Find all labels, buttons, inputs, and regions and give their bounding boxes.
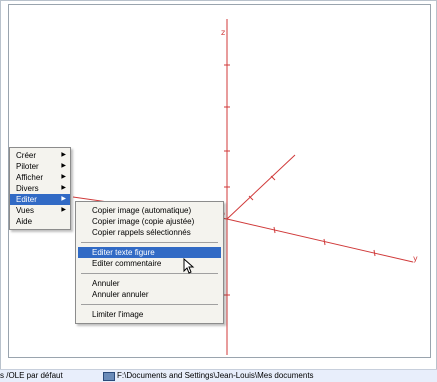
menu-item-aide[interactable]: Aide [10, 216, 70, 227]
x-axis [226, 154, 296, 220]
menu-item-label: Vues [16, 206, 34, 215]
menu-separator [81, 242, 218, 243]
submenu-copier-image-auto[interactable]: Copier image (automatique) [78, 205, 221, 216]
submenu-copier-rappels[interactable]: Copier rappels sélectionnés [78, 227, 221, 238]
menu-item-label: Créer [16, 151, 37, 160]
submenu-arrow-icon: ▶ [61, 174, 66, 180]
status-left-text: s /OLE par défaut [0, 371, 63, 380]
keyboard-icon[interactable] [103, 372, 115, 381]
menu-item-label: Piloter [16, 162, 39, 171]
menu-item-label: Afficher [16, 173, 43, 182]
submenu-editer-commentaire[interactable]: Editer commentaire [78, 258, 221, 269]
menu-item-vues[interactable]: Vues ▶ [10, 205, 70, 216]
menu-item-creer[interactable]: Créer ▶ [10, 150, 70, 161]
submenu-annuler-annuler[interactable]: Annuler annuler [78, 289, 221, 300]
tick-marks [224, 64, 376, 296]
y-axis-label: y [413, 254, 418, 263]
context-menu: Créer ▶ Piloter ▶ Afficher ▶ Divers ▶ Ed… [9, 147, 71, 230]
menu-item-editer[interactable]: Editer ▶ [10, 194, 70, 205]
y-axis [226, 218, 414, 263]
menu-item-label: Editer [16, 195, 37, 204]
menu-item-afficher[interactable]: Afficher ▶ [10, 172, 70, 183]
menu-separator [81, 304, 218, 305]
status-path-text: F:\Documents and Settings\Jean-Louis\Mes… [117, 371, 314, 380]
submenu-arrow-icon: ▶ [61, 152, 66, 158]
submenu-arrow-icon: ▶ [61, 185, 66, 191]
submenu-annuler[interactable]: Annuler [78, 278, 221, 289]
submenu-limiter-image[interactable]: Limiter l'image [78, 309, 221, 320]
mouse-cursor-icon [183, 258, 195, 274]
z-axis-label: z [221, 28, 225, 37]
menu-separator [81, 273, 218, 274]
menu-item-piloter[interactable]: Piloter ▶ [10, 161, 70, 172]
menu-item-label: Aide [16, 217, 33, 226]
submenu-arrow-icon: ▶ [61, 196, 66, 202]
menu-item-label: Divers [16, 184, 39, 193]
submenu-copier-image-ajustee[interactable]: Copier image (copie ajustée) [78, 216, 221, 227]
status-bar: s /OLE par défaut F:\Documents and Setti… [0, 369, 437, 382]
menu-item-divers[interactable]: Divers ▶ [10, 183, 70, 194]
submenu-arrow-icon: ▶ [61, 207, 66, 213]
submenu-editer-texte-figure[interactable]: Editer texte figure [78, 247, 221, 258]
editer-submenu: Copier image (automatique) Copier image … [75, 201, 224, 324]
submenu-arrow-icon: ▶ [61, 163, 66, 169]
